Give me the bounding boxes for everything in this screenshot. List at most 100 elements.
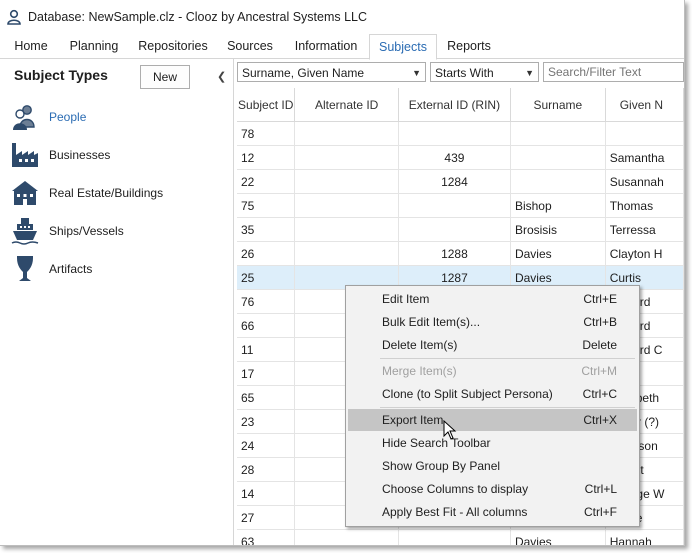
cell-subject-id: 23 xyxy=(237,409,296,434)
cell-subject-id: 14 xyxy=(237,481,296,506)
table-row[interactable]: 75 Bishop Thomas xyxy=(237,193,684,218)
cell-external-id xyxy=(398,121,511,146)
tab-planning[interactable]: Planning xyxy=(62,34,126,58)
new-button[interactable]: New xyxy=(140,65,190,89)
cell-given-name: Terressa xyxy=(605,217,684,242)
cell-external-id xyxy=(398,217,511,242)
subject-type-businesses[interactable]: Businesses xyxy=(10,138,220,172)
search-input[interactable] xyxy=(543,62,684,82)
cell-surname xyxy=(510,169,606,194)
tab-subjects[interactable]: Subjects xyxy=(369,34,437,60)
subject-type-ships[interactable]: Ships/Vessels xyxy=(10,214,220,248)
menu-item-label: Bulk Edit Item(s)... xyxy=(382,315,481,329)
cell-alternate-id xyxy=(294,169,399,194)
cell-subject-id: 63 xyxy=(237,529,296,545)
sort-field-select[interactable]: Surname, Given Name ▼ xyxy=(237,62,426,82)
cell-subject-id: 75 xyxy=(237,193,296,218)
menu-item-label: Delete Item(s) xyxy=(382,338,458,352)
cell-surname: Bishop xyxy=(510,193,606,218)
table-header-row: Subject ID Alternate ID External ID (RIN… xyxy=(237,88,684,122)
column-header-given-name[interactable]: Given N xyxy=(605,88,684,122)
menu-item-label: Choose Columns to display xyxy=(382,482,529,496)
ship-icon xyxy=(10,216,40,246)
menu-item-shortcut: Ctrl+X xyxy=(583,413,617,427)
cell-subject-id: 65 xyxy=(237,385,296,410)
subject-types-panel: Subject Types New ❮ People Businesses Re… xyxy=(0,59,234,545)
menu-item-label: Merge Item(s) xyxy=(382,364,457,378)
cell-subject-id: 35 xyxy=(237,217,296,242)
cell-alternate-id xyxy=(294,145,399,170)
menu-item-choose-columns-to-display[interactable]: Choose Columns to display Ctrl+L xyxy=(348,478,637,500)
people-icon xyxy=(10,102,40,132)
column-header-subject-id[interactable]: Subject ID xyxy=(237,88,296,122)
cell-surname: Davies xyxy=(510,241,606,266)
subject-type-artifacts[interactable]: Artifacts xyxy=(10,252,220,286)
menu-item-hide-search-toolbar[interactable]: Hide Search Toolbar xyxy=(348,432,637,454)
cell-alternate-id xyxy=(294,241,399,266)
cell-subject-id: 66 xyxy=(237,313,296,338)
cell-surname xyxy=(510,145,606,170)
cell-external-id xyxy=(398,529,511,545)
table-row[interactable]: 35 Brosisis Terressa xyxy=(237,217,684,242)
cell-surname xyxy=(510,121,606,146)
subject-type-label: Artifacts xyxy=(49,262,93,276)
chevron-left-icon[interactable]: ❮ xyxy=(217,70,226,83)
cell-subject-id: 76 xyxy=(237,289,296,314)
column-header-alternate-id[interactable]: Alternate ID xyxy=(294,88,399,122)
menu-item-shortcut: Ctrl+L xyxy=(584,482,617,496)
menu-item-label: Export Item xyxy=(382,413,444,427)
cell-surname: Brosisis xyxy=(510,217,606,242)
menu-item-delete-item-s[interactable]: Delete Item(s) Delete xyxy=(348,334,637,356)
cell-external-id: 439 xyxy=(398,145,511,170)
window-title: Database: NewSample.clz - Clooz by Ances… xyxy=(28,10,368,24)
menu-item-export-item[interactable]: Export Item Ctrl+X xyxy=(348,409,637,431)
table-row[interactable]: 22 1284 Susannah xyxy=(237,169,684,194)
menu-item-merge-item-s: Merge Item(s) Ctrl+M xyxy=(348,360,637,382)
tab-repositories[interactable]: Repositories xyxy=(132,34,214,58)
menu-item-show-group-by-panel[interactable]: Show Group By Panel xyxy=(348,455,637,477)
menu-item-clone-to-split-subject-persona[interactable]: Clone (to Split Subject Persona) Ctrl+C xyxy=(348,383,637,405)
cell-given-name: Samantha xyxy=(605,145,684,170)
cell-alternate-id xyxy=(294,193,399,218)
subject-type-label: Real Estate/Buildings xyxy=(49,186,164,200)
menu-item-apply-best-fit-all-columns[interactable]: Apply Best Fit - All columns Ctrl+F xyxy=(348,501,637,523)
column-header-external-id[interactable]: External ID (RIN) xyxy=(398,88,511,122)
subject-type-label: Businesses xyxy=(49,148,111,162)
vase-icon xyxy=(10,254,40,284)
factory-icon xyxy=(10,140,40,170)
menu-item-bulk-edit-item-s[interactable]: Bulk Edit Item(s)... Ctrl+B xyxy=(348,311,637,333)
table-row[interactable]: 26 1288 Davies Clayton H xyxy=(237,241,684,266)
menu-item-edit-item[interactable]: Edit Item Ctrl+E xyxy=(348,288,637,310)
match-mode-select[interactable]: Starts With ▼ xyxy=(430,62,539,82)
subject-type-real-estate[interactable]: Real Estate/Buildings xyxy=(10,176,220,210)
menu-item-shortcut: Ctrl+F xyxy=(584,505,617,519)
cell-subject-id: 27 xyxy=(237,505,296,530)
tab-reports[interactable]: Reports xyxy=(442,34,496,58)
app-window: Database: NewSample.clz - Clooz by Ances… xyxy=(0,0,685,546)
menu-item-label: Hide Search Toolbar xyxy=(382,436,491,450)
cell-alternate-id xyxy=(294,217,399,242)
cell-surname: Davies xyxy=(510,529,606,545)
menu-item-shortcut: Ctrl+E xyxy=(583,292,617,306)
subject-type-label: People xyxy=(49,110,87,124)
app-person-icon xyxy=(7,9,21,25)
cell-given-name: Thomas xyxy=(605,193,684,218)
cell-subject-id: 17 xyxy=(237,361,296,386)
cell-given-name: Hannah xyxy=(605,529,684,545)
subject-type-people[interactable]: People xyxy=(10,100,220,134)
panel-title: Subject Types xyxy=(14,67,108,83)
title-bar: Database: NewSample.clz - Clooz by Ances… xyxy=(0,0,684,34)
column-header-surname[interactable]: Surname xyxy=(510,88,606,122)
cell-given-name xyxy=(605,121,684,146)
chevron-down-icon: ▼ xyxy=(412,68,421,78)
tab-information[interactable]: Information xyxy=(286,34,366,58)
table-row[interactable]: 78 xyxy=(237,121,684,146)
table-row[interactable]: 12 439 Samantha xyxy=(237,145,684,170)
cell-given-name: Clayton H xyxy=(605,241,684,266)
menu-item-label: Clone (to Split Subject Persona) xyxy=(382,387,553,401)
tab-home[interactable]: Home xyxy=(6,34,56,58)
menu-item-label: Show Group By Panel xyxy=(382,459,501,473)
context-menu: Edit Item Ctrl+E Bulk Edit Item(s)... Ctrl+… xyxy=(345,285,640,527)
tab-sources[interactable]: Sources xyxy=(220,34,280,58)
table-row[interactable]: 63 Davies Hannah xyxy=(237,529,684,545)
